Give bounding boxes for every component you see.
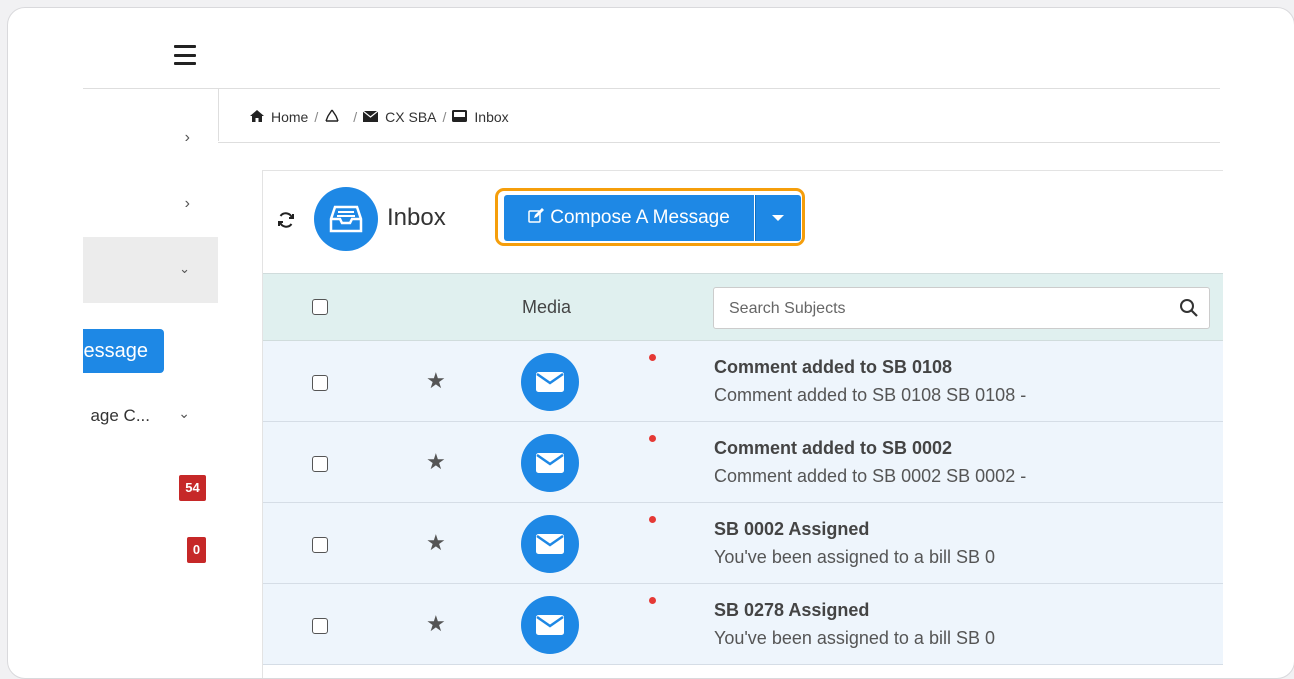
sidebar-item-2[interactable]: › [83,173,218,239]
row-checkbox[interactable] [312,456,328,472]
compose-message-label: Compose A Message [550,207,730,228]
message-subject: Comment added to SB 0108 [714,357,953,377]
envelope-icon [521,596,579,654]
app-window: › › ⌄ essage age C... ⌄ 54 0 Home / / CX… [7,7,1294,679]
sidebar-item-manage-label: age C... [90,406,150,425]
chevron-down-icon: ⌄ [178,405,190,421]
star-icon[interactable]: ★ [426,611,446,637]
envelope-icon [521,434,579,492]
unread-dot [649,354,656,361]
divider [83,88,1220,89]
table-header: Media [263,273,1223,341]
edit-icon [528,207,545,229]
breadcrumb-cx-sba[interactable]: CX SBA [385,109,436,125]
row-checkbox[interactable] [312,537,328,553]
message-preview: Comment added to SB 0108 SB 0108 - [714,385,1027,405]
chevron-right-icon: › [184,195,190,212]
message-subject: SB 0002 Assigned [714,519,870,539]
envelope-icon [362,110,379,125]
row-checkbox[interactable] [312,618,328,634]
envelope-icon [521,353,579,411]
sidebar-compose-button[interactable]: essage [83,329,164,373]
envelope-icon [521,515,579,573]
divider [218,89,219,141]
inbox-tray-icon [314,187,378,251]
hamburger-icon[interactable] [174,45,196,65]
select-all-checkbox[interactable] [312,299,328,315]
unread-dot [649,516,656,523]
search-icon[interactable] [1179,298,1199,318]
star-icon[interactable]: ★ [426,449,446,475]
sidebar: › › ⌄ essage age C... ⌄ 54 0 [83,89,218,678]
unread-dot [649,435,656,442]
page-title: Inbox [387,204,446,231]
chevron-down-icon: ⌄ [179,261,190,276]
search-input[interactable] [714,288,1181,330]
message-subject: SB 0278 Assigned [714,600,870,620]
recycle-icon[interactable] [324,109,340,126]
search-box [713,287,1210,330]
home-icon [250,109,264,125]
sidebar-compose-label: essage [83,340,149,362]
sidebar-item-active[interactable]: ⌄ [83,237,218,303]
breadcrumb-inbox: Inbox [474,109,509,125]
refresh-icon[interactable] [277,211,295,235]
inbox-panel: Inbox Compose A Message Media ★ [262,170,1223,678]
table-row[interactable]: ★ SB 0002 Assigned You've been assigned … [263,503,1223,584]
sidebar-item-1[interactable]: › [83,89,218,155]
media-column-header: Media [522,297,572,317]
table-row[interactable]: ★ Comment added to SB 0108 Comment added… [263,341,1223,422]
chevron-right-icon: › [184,129,190,146]
inbox-tray-icon [452,109,468,125]
compose-message-button[interactable]: Compose A Message [504,195,754,241]
unread-dot [649,597,656,604]
message-subject: Comment added to SB 0002 [714,438,953,458]
breadcrumb: Home / / CX SBA / Inbox [250,107,509,127]
row-checkbox[interactable] [312,375,328,391]
divider [218,142,1220,143]
message-preview: You've been assigned to a bill SB 0 [714,628,995,648]
message-preview: You've been assigned to a bill SB 0 [714,547,995,567]
star-icon[interactable]: ★ [426,530,446,556]
breadcrumb-home[interactable]: Home [271,109,308,125]
count-badge: 0 [187,537,206,563]
table-row[interactable]: ★ Comment added to SB 0002 Comment added… [263,422,1223,503]
caret-down-icon[interactable] [755,195,801,241]
table-row[interactable]: ★ SB 0278 Assigned You've been assigned … [263,584,1223,665]
message-preview: Comment added to SB 0002 SB 0002 - [714,466,1027,486]
sidebar-item-manage[interactable]: age C... ⌄ [83,401,218,431]
count-badge: 54 [179,475,206,501]
star-icon[interactable]: ★ [426,368,446,394]
